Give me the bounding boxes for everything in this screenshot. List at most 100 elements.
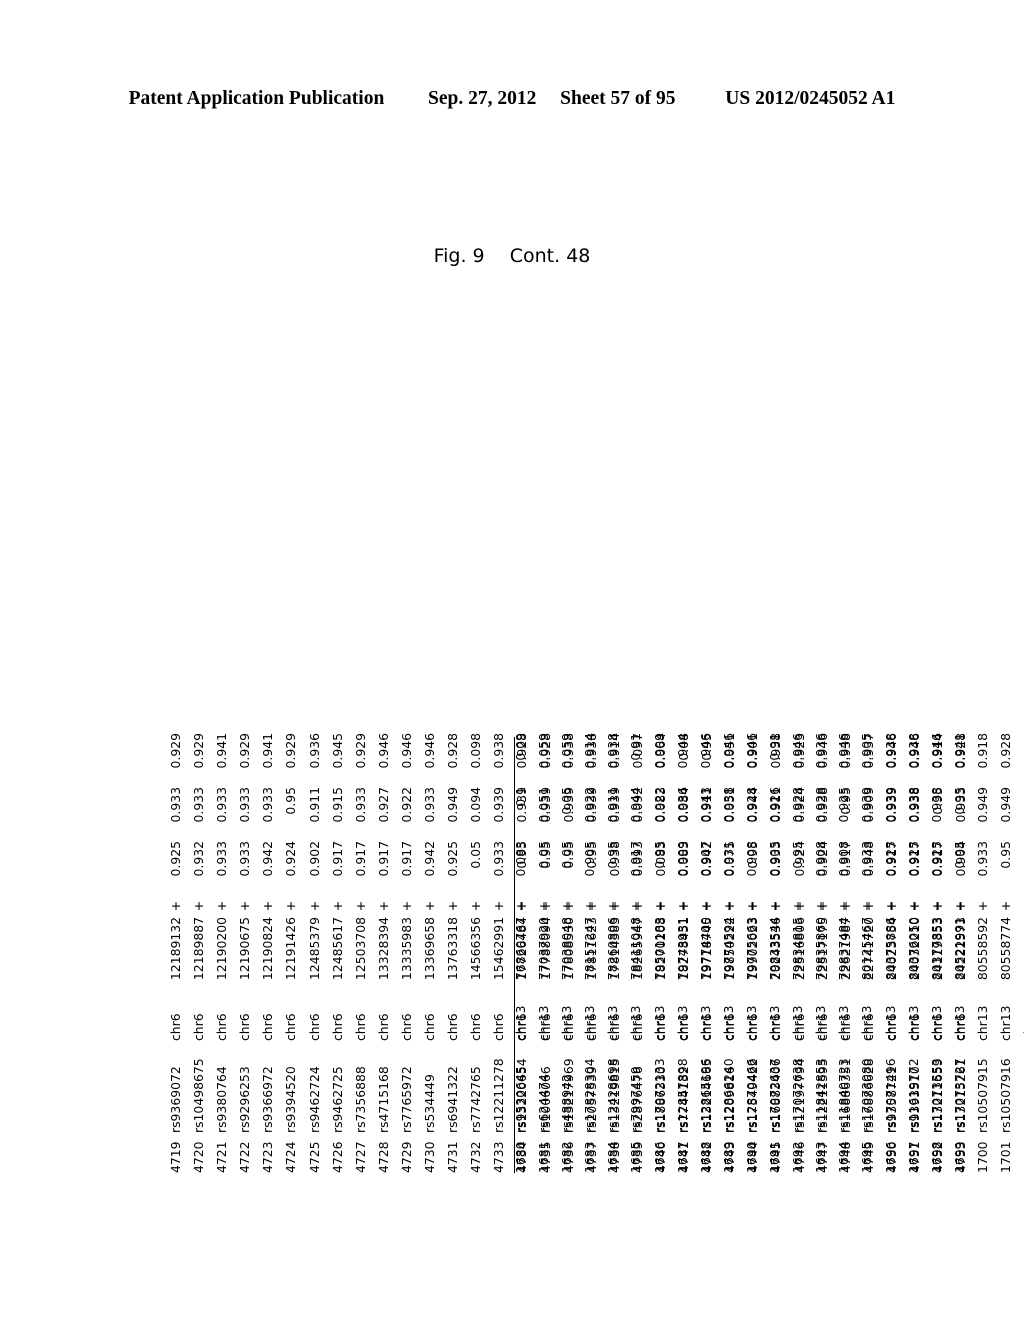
snp-rsid: rs7997459 — [628, 1066, 644, 1133]
strand-sign: + — [306, 900, 322, 912]
row-index: 4730 — [422, 1141, 438, 1173]
genomic-position: 78260806 — [605, 917, 621, 981]
row-index: 1686 — [651, 1141, 667, 1173]
genomic-position: 12189887 — [191, 917, 207, 981]
snp-rsid: rs9366972 — [260, 1066, 276, 1133]
chromosome: chr13 — [651, 1005, 667, 1041]
table-row: 1691 rs17072637 chr13 79833544 +0.905 0.926 0.… — [767, 283, 792, 1173]
publication-date: Sep. 27, 2012 — [428, 88, 537, 109]
table-row: 4731 rs6941322 chr6 13763318 +0.925 0.949 0.92… — [445, 283, 470, 1173]
value-2: 0.938 — [720, 787, 736, 823]
chromosome: chr6 — [237, 1013, 253, 1041]
value-2: 0.95 — [283, 787, 299, 815]
table-row: 4725 rs9462724 chr6 12485379 +0.902 0.911 0.93… — [306, 283, 332, 1173]
strand-sign: + — [674, 900, 690, 912]
row-index: 1699 — [951, 1141, 967, 1173]
value-2: 0.094 — [468, 787, 484, 823]
strand-sign: + — [398, 900, 414, 912]
table-row: 4728 rs4715168 chr6 13328394 +0.917 0.927 0.94… — [376, 283, 401, 1173]
table-row: 1699 rs17073727 chr13 80521991 +0.95 0.95 0.94… — [951, 283, 977, 1173]
table-row: 4721 rs9380764 chr6 12190200 +0.933 0.933 0.94… — [214, 283, 239, 1173]
table-row: 1682 rs488942 chr13 77038048 +0.05 0.05 0.059 — [559, 283, 584, 1173]
value-1: 0.95 — [605, 841, 621, 869]
rotated-table-wrapper: 4719 rs9369072 chr6 12189132 +0.925 0.933 0.92… — [168, 283, 1024, 1173]
publication-label: Patent Application Publication — [128, 88, 385, 109]
strand-sign: + — [445, 900, 461, 912]
snp-rsid: rs9462724 — [306, 1066, 322, 1133]
chromosome: chr13 — [605, 1005, 621, 1041]
row-index: 1689 — [720, 1141, 736, 1173]
snp-rsid: rs6941322 — [445, 1066, 461, 1133]
value-1: 0.942 — [260, 841, 276, 877]
snp-rsid: rs10507915 — [974, 1058, 990, 1133]
table-row: 4722 rs9296253 chr6 12190675 +0.933 0.933 0.92… — [237, 283, 262, 1173]
value-1: 0.933 — [859, 841, 875, 877]
value-3: 0.929 — [237, 733, 253, 769]
row-index: 4733 — [491, 1141, 507, 1173]
value-3: 0.938 — [882, 733, 898, 769]
snp-rsid: rs9394520 — [283, 1066, 299, 1133]
value-1: 0.909 — [674, 841, 690, 877]
strand-sign: + — [836, 900, 852, 912]
chromosome: chr6 — [445, 1013, 461, 1041]
chromosome: chr13 — [905, 1005, 921, 1041]
chromosome: chr13 — [536, 1005, 552, 1041]
snp-rsid: rs11842853 — [813, 1058, 829, 1133]
value-2: 0.949 — [997, 787, 1013, 823]
value-1: 0.95 — [651, 841, 667, 869]
genomic-position: 12191426 — [283, 917, 299, 981]
genomic-position: 78157247 — [582, 917, 598, 981]
snp-rsid: rs7356888 — [352, 1066, 368, 1133]
snp-rsid: rs7765972 — [398, 1066, 414, 1133]
row-index: 1700 — [974, 1141, 990, 1173]
row-index: 1696 — [882, 1141, 898, 1173]
genomic-position: 79501183 — [651, 917, 667, 981]
snp-rsid: rs9380764 — [214, 1066, 230, 1133]
snp-rsid: rs10507916 — [997, 1058, 1013, 1133]
value-3: 0.098 — [468, 733, 484, 769]
table-row: 4727 rs7356888 chr6 12503708 +0.917 0.933 0.92… — [352, 283, 378, 1173]
snp-rsid: rs17072638 — [790, 1058, 806, 1133]
value-1: 0.902 — [306, 841, 322, 877]
genomic-position: 80521991 — [951, 917, 967, 981]
strand-sign: + — [237, 900, 253, 912]
value-1: 0.933 — [214, 841, 230, 877]
strand-sign: + — [513, 900, 528, 912]
value-2: 0.933 — [352, 787, 368, 823]
strand-sign: + — [468, 900, 484, 912]
chromosome: chr6 — [468, 1013, 484, 1041]
strand-sign: + — [283, 900, 299, 912]
value-1: 0.925 — [882, 841, 898, 877]
value-2: 0.926 — [767, 787, 783, 823]
genomic-position: 12485617 — [329, 917, 345, 981]
row-index: 4729 — [398, 1141, 414, 1173]
value-3: 0.946 — [720, 733, 736, 769]
value-2: 0.922 — [582, 787, 598, 823]
value-3: 0.938 — [905, 733, 921, 769]
table-row: 1687 rs12857898 chr13 79743931 +0.909 0.936 0.… — [674, 283, 700, 1173]
value-1: 0.908 — [813, 841, 829, 877]
value-1: 0.925 — [905, 841, 921, 877]
chromosome: chr6 — [168, 1013, 183, 1041]
snp-rsid: rs9296253 — [237, 1066, 253, 1133]
chromosome: chr13 — [859, 1005, 875, 1041]
strand-sign: + — [813, 900, 829, 912]
value-1: 0.95 — [951, 841, 967, 869]
snp-rsid: rs17073727 — [951, 1058, 967, 1133]
row-index: 4726 — [329, 1141, 345, 1173]
value-1: 0.917 — [352, 841, 368, 877]
chromosome: chr6 — [352, 1013, 368, 1041]
value-3: 0.946 — [422, 733, 438, 769]
snp-rsid: rs17072133 — [651, 1058, 667, 1133]
value-3: 0.059 — [559, 733, 575, 769]
value-3: 0.928 — [997, 733, 1013, 769]
snp-rsid: rs12428698 — [605, 1058, 621, 1133]
row-index: 4723 — [260, 1141, 276, 1173]
value-3: 0.09 — [513, 733, 528, 761]
genomic-position: 15462991 — [491, 917, 507, 981]
strand-sign: + — [905, 900, 921, 912]
value-3: 0.946 — [790, 733, 806, 769]
value-2: 0.911 — [605, 787, 621, 823]
row-index: 4724 — [283, 1141, 299, 1173]
chromosome: chr13 — [951, 1005, 967, 1041]
